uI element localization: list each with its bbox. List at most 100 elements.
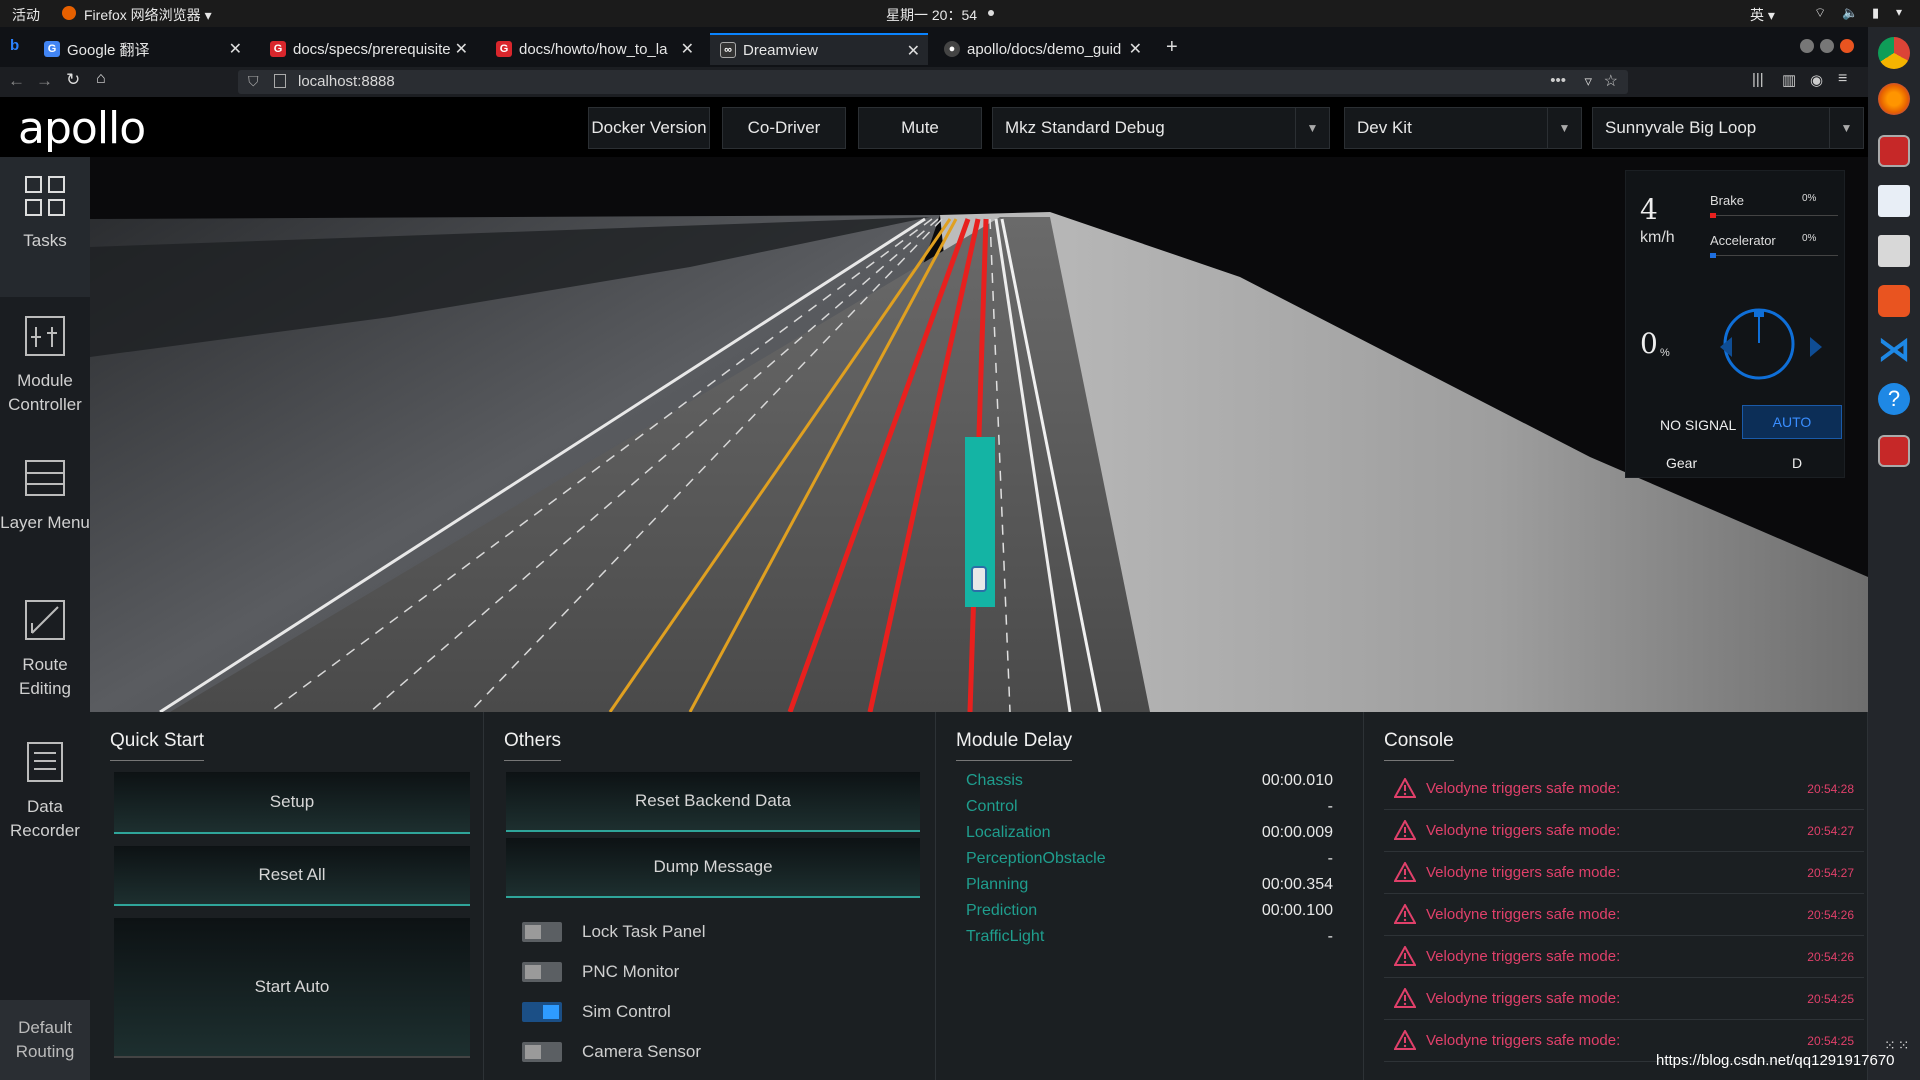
tab-google-translate[interactable]: G Google 翻译 ✕ bbox=[34, 33, 250, 65]
vscode-icon[interactable]: ⋊ bbox=[1878, 333, 1910, 365]
close-icon[interactable]: ✕ bbox=[229, 39, 242, 59]
module-name: Chassis bbox=[966, 772, 1023, 789]
brake-bar-fill bbox=[1710, 213, 1716, 218]
volume-icon[interactable]: 🔈 bbox=[1842, 5, 1858, 21]
scene-view[interactable] bbox=[90, 157, 1868, 712]
console-row: Velodyne triggers safe mode: 20:54:26 bbox=[1384, 936, 1864, 978]
window-close-button[interactable] bbox=[1840, 39, 1854, 53]
software-center-icon[interactable] bbox=[1878, 285, 1910, 317]
terminal-icon[interactable] bbox=[1878, 135, 1910, 167]
sidebar-item-tasks[interactable]: Tasks bbox=[0, 157, 90, 297]
document-icon[interactable] bbox=[1878, 185, 1910, 217]
tab-apollo-docs[interactable]: ● apollo/docs/demo_guid ✕ bbox=[934, 33, 1150, 65]
shield-icon[interactable]: ⛉ bbox=[248, 73, 259, 90]
reload-icon[interactable]: ↻ bbox=[66, 70, 80, 90]
sidebar-icon[interactable]: ▥ bbox=[1782, 71, 1796, 89]
warning-icon bbox=[1394, 862, 1416, 882]
console-title: Console bbox=[1384, 730, 1454, 761]
map-select[interactable]: Sunnyvale Big Loop ▼ bbox=[1592, 107, 1864, 149]
maximize-button[interactable] bbox=[1820, 39, 1834, 53]
others-title: Others bbox=[504, 730, 562, 761]
tab-dreamview[interactable]: ∞ Dreamview ✕ bbox=[710, 33, 928, 65]
co-driver-button[interactable]: Co-Driver bbox=[722, 107, 846, 149]
chevron-down-icon[interactable]: ▼ bbox=[1829, 108, 1863, 148]
console-row: Velodyne triggers safe mode: 20:54:27 bbox=[1384, 852, 1864, 894]
chevron-down-icon[interactable]: ▼ bbox=[1547, 108, 1581, 148]
close-icon[interactable]: ✕ bbox=[681, 39, 694, 59]
module-delay-value: - bbox=[1327, 850, 1333, 867]
mute-button[interactable]: Mute bbox=[858, 107, 982, 149]
lock-task-panel-label: Lock Task Panel bbox=[582, 922, 706, 941]
new-tab-button[interactable]: + bbox=[1166, 36, 1178, 59]
bookmark-star-icon[interactable]: ☆ bbox=[1604, 71, 1618, 91]
brake-percent: 0% bbox=[1802, 193, 1817, 204]
default-routing-button[interactable]: Default Routing bbox=[0, 1000, 90, 1080]
sidebar-item-route-editing[interactable]: Route Editing bbox=[0, 581, 90, 721]
module-delay-value: 00:00.100 bbox=[1261, 902, 1333, 919]
url-bar[interactable]: ⛉ localhost:8888 ••• ▿ ☆ bbox=[238, 70, 1628, 94]
wifi-icon[interactable]: ⌔ bbox=[1814, 5, 1826, 21]
module-delay-title: Module Delay bbox=[956, 730, 1073, 761]
clock[interactable]: 星期一 20：54 bbox=[886, 5, 977, 25]
close-icon[interactable]: ✕ bbox=[455, 39, 468, 59]
warning-icon bbox=[1394, 1030, 1416, 1050]
close-icon[interactable]: ✕ bbox=[1129, 39, 1142, 59]
console-row: Velodyne triggers safe mode: 20:54:28 bbox=[1384, 768, 1864, 810]
app-header: apollo Docker Version Co-Driver Mute Mkz… bbox=[0, 97, 1868, 157]
pocket-icon[interactable]: ▿ bbox=[1584, 72, 1592, 90]
dump-message-button[interactable]: Dump Message bbox=[506, 838, 920, 898]
close-icon[interactable]: ✕ bbox=[907, 41, 920, 61]
docker-version-button[interactable]: Docker Version bbox=[588, 107, 710, 149]
bing-icon[interactable]: b bbox=[10, 37, 26, 54]
warning-icon bbox=[1394, 946, 1416, 966]
sidebar-item-data-recorder[interactable]: Data Recorder bbox=[0, 723, 90, 863]
reset-backend-data-button[interactable]: Reset Backend Data bbox=[506, 772, 920, 832]
pnc-monitor-toggle[interactable] bbox=[522, 962, 562, 982]
module-delay-value: 00:00.009 bbox=[1261, 824, 1333, 841]
more-icon[interactable]: ••• bbox=[1550, 72, 1566, 89]
terminal-icon-2[interactable] bbox=[1878, 435, 1910, 467]
google-translate-icon: G bbox=[44, 41, 60, 57]
lock-task-panel-toggle[interactable] bbox=[522, 922, 562, 942]
gitee-icon: G bbox=[270, 41, 286, 57]
browser-nav-bar: ← → ↻ ⌂ ⛉ localhost:8888 ••• ▿ ☆ ||| ▥ ◉… bbox=[0, 67, 1868, 97]
minimize-button[interactable] bbox=[1800, 39, 1814, 53]
chevron-down-icon[interactable]: ▼ bbox=[1295, 108, 1329, 148]
tab-docs-specs[interactable]: G docs/specs/prerequisite ✕ bbox=[260, 33, 476, 65]
map-render bbox=[90, 157, 1868, 712]
input-method-menu[interactable]: 英 ▾ bbox=[1750, 5, 1775, 25]
camera-sensor-toggle[interactable] bbox=[522, 1042, 562, 1062]
system-menu-icon[interactable]: ▾ bbox=[1896, 5, 1902, 19]
chrome-icon[interactable] bbox=[1878, 37, 1910, 69]
sidebar-item-module-controller[interactable]: Module Controller bbox=[0, 297, 90, 437]
console-row: Velodyne triggers safe mode: 20:54:27 bbox=[1384, 810, 1864, 852]
tab-docs-howto[interactable]: G docs/howto/how_to_la ✕ bbox=[486, 33, 702, 65]
account-icon[interactable]: ◉ bbox=[1810, 71, 1823, 89]
accelerator-percent: 0% bbox=[1802, 233, 1817, 244]
menu-icon[interactable]: ≡ bbox=[1838, 70, 1847, 88]
console-row: Velodyne triggers safe mode: 20:54:25 bbox=[1384, 978, 1864, 1020]
mode-select[interactable]: Mkz Standard Debug ▼ bbox=[992, 107, 1330, 149]
reset-all-button[interactable]: Reset All bbox=[114, 846, 470, 906]
url-text[interactable]: localhost:8888 bbox=[298, 73, 395, 90]
sidebar-item-layer-menu[interactable]: Layer Menu bbox=[0, 439, 90, 579]
accelerator-label: Accelerator bbox=[1710, 233, 1776, 248]
activities-button[interactable]: 活动 bbox=[12, 5, 40, 25]
files-icon[interactable] bbox=[1878, 235, 1910, 267]
vehicle-select[interactable]: Dev Kit ▼ bbox=[1344, 107, 1582, 149]
start-auto-button[interactable]: Start Auto bbox=[114, 918, 470, 1058]
help-icon[interactable]: ? bbox=[1878, 383, 1910, 415]
setup-button[interactable]: Setup bbox=[114, 772, 470, 834]
home-icon[interactable]: ⌂ bbox=[96, 70, 106, 88]
app-menu[interactable]: Firefox 网络浏览器 ▾ bbox=[84, 5, 212, 25]
firefox-dock-icon[interactable] bbox=[1878, 83, 1910, 115]
back-icon[interactable]: ← bbox=[8, 71, 25, 91]
sim-control-toggle[interactable] bbox=[522, 1002, 562, 1022]
notification-dot-icon bbox=[988, 10, 994, 16]
library-icon[interactable]: ||| bbox=[1752, 71, 1764, 88]
module-delay-panel: Module Delay Chassis 00:00.010 Control -… bbox=[936, 712, 1364, 1080]
forward-icon[interactable]: → bbox=[36, 71, 53, 91]
gitee-icon: G bbox=[496, 41, 512, 57]
module-controller-icon bbox=[24, 315, 66, 357]
battery-icon[interactable]: ▮ bbox=[1872, 5, 1879, 21]
